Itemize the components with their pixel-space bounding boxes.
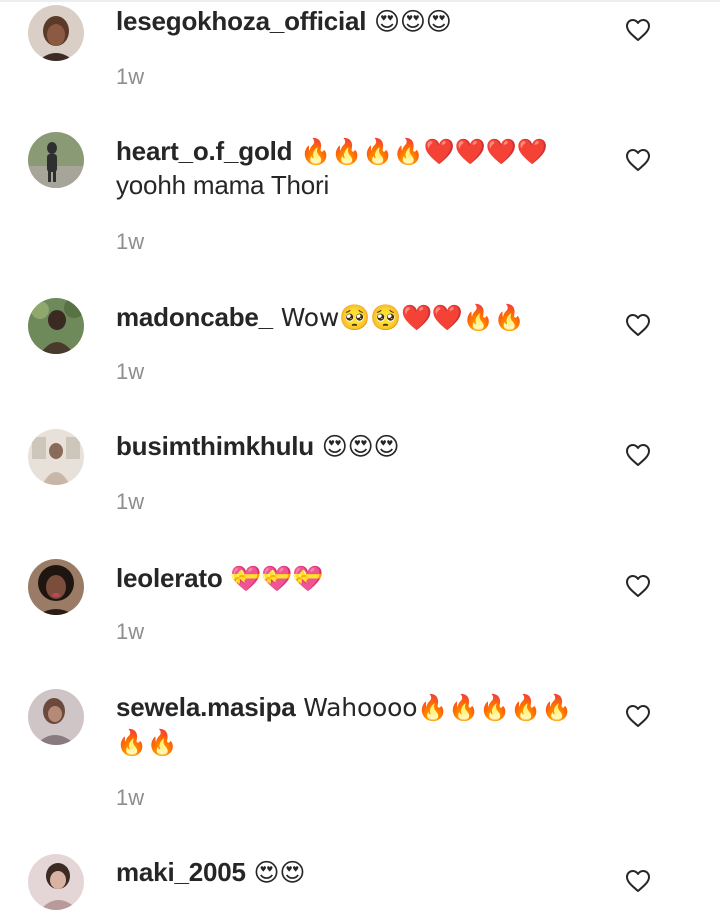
- avatar[interactable]: [28, 559, 84, 615]
- comment-message-line2: yoohh mama Thori: [116, 170, 330, 200]
- comment-text: madoncabe_ Wow🥺🥺❤️❤️🔥🔥: [116, 300, 596, 335]
- like-heart-icon[interactable]: [625, 443, 651, 467]
- comment-timestamp: 1w: [116, 64, 145, 89]
- comment-message: 🔥🔥🔥🔥❤️❤️❤️❤️: [292, 137, 548, 166]
- comment-username[interactable]: sewela.masipa: [116, 692, 296, 722]
- comment-message: Wow🥺🥺❤️❤️🔥🔥: [272, 303, 525, 332]
- comment-timestamp: 1w: [116, 229, 145, 254]
- comment-username[interactable]: madoncabe_: [116, 302, 273, 332]
- comment-username[interactable]: busimthimkhulu: [116, 431, 314, 461]
- like-heart-icon[interactable]: [625, 148, 651, 172]
- avatar-image: [28, 689, 84, 745]
- comment-message: 😍😍😍: [313, 432, 400, 461]
- avatar[interactable]: [28, 5, 84, 61]
- comment-text-line2: 🔥🔥: [116, 726, 596, 760]
- comment-text: busimthimkhulu 😍😍😍: [116, 429, 596, 464]
- like-heart-icon[interactable]: [625, 574, 651, 598]
- avatar[interactable]: [28, 854, 84, 910]
- comment-text: lesegokhoza_official 😍😍😍: [116, 4, 596, 39]
- comment-username[interactable]: leolerato: [116, 563, 223, 593]
- avatar[interactable]: [28, 689, 84, 745]
- comment-text: heart_o.f_gold 🔥🔥🔥🔥❤️❤️❤️❤️: [116, 134, 596, 169]
- avatar-image: [28, 5, 84, 61]
- comment-text: leolerato 💝💝💝: [116, 561, 596, 596]
- comment-message: Wahoooo🔥🔥🔥🔥🔥: [295, 693, 572, 722]
- avatar-image: [28, 298, 84, 354]
- comment-message: 💝💝💝: [222, 564, 324, 593]
- comment-text: sewela.masipa Wahoooo🔥🔥🔥🔥🔥: [116, 690, 596, 725]
- comment-text: maki_2005 😍😍: [116, 855, 596, 890]
- comment-message-line2: 🔥🔥: [116, 728, 178, 757]
- comment-timestamp: 1w: [116, 785, 145, 810]
- like-heart-icon[interactable]: [625, 704, 651, 728]
- avatar-image: [28, 429, 84, 485]
- like-heart-icon[interactable]: [625, 313, 651, 337]
- comment-username[interactable]: heart_o.f_gold: [116, 136, 293, 166]
- avatar-image: [28, 559, 84, 615]
- comment-message: 😍😍: [245, 858, 306, 887]
- avatar[interactable]: [28, 429, 84, 485]
- comment-username[interactable]: maki_2005: [116, 857, 246, 887]
- comment-message: 😍😍😍: [366, 7, 452, 36]
- comment-timestamp: 1w: [116, 489, 145, 514]
- avatar-image: [28, 132, 84, 188]
- comment-text-line2: yoohh mama Thori: [116, 168, 596, 202]
- like-heart-icon[interactable]: [625, 869, 651, 893]
- comment-timestamp: 1w: [116, 359, 145, 384]
- like-heart-icon[interactable]: [625, 18, 651, 42]
- comment-timestamp: 1w: [116, 619, 145, 644]
- top-divider: [0, 0, 720, 2]
- avatar-image: [28, 854, 84, 910]
- avatar[interactable]: [28, 298, 84, 354]
- comment-username[interactable]: lesegokhoza_official: [116, 6, 367, 36]
- avatar[interactable]: [28, 132, 84, 188]
